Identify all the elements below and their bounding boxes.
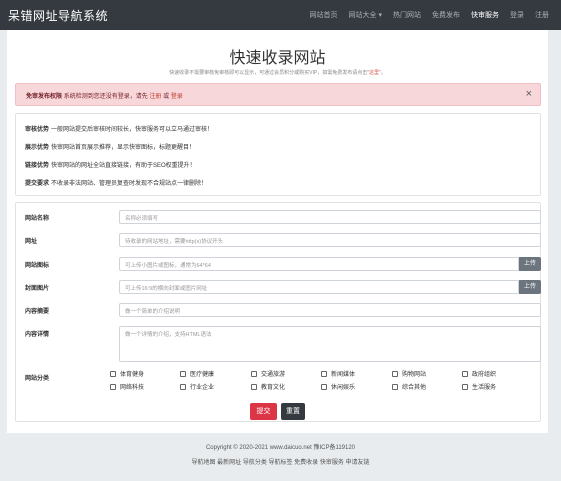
category-checkbox[interactable]: 政府组织 (462, 369, 496, 378)
site-icon-input[interactable]: 可上传小图片或图标，通常为64*64 (119, 257, 519, 271)
category-checkbox-label: 购物网站 (402, 372, 427, 378)
top-navbar: 呆错网址导航系统 网站首页 网站大全 ▾ 热门网站 免费发布 快审服务 登录 注… (0, 0, 561, 30)
reset-button[interactable]: 重置 (281, 403, 305, 420)
benefit-label: 提交要求 (25, 181, 50, 187)
subtitle-text: 快速收录不需要审核免审核即可以显示，可通过会员积分或购买VIP，如需免费发布请点… (169, 70, 368, 76)
submit-button[interactable]: 提交 (250, 403, 277, 420)
nav-hot-sites[interactable]: 热门网站 (393, 10, 421, 20)
alert-text: 系统检测到您还没有登录，请先 (63, 94, 148, 100)
benefit-label: 审核优势 (25, 127, 50, 133)
category-checkbox-label: 行业企业 (190, 385, 215, 391)
alert-register-link[interactable]: 注册 (149, 94, 161, 100)
checkbox-box[interactable] (392, 370, 398, 377)
subtitle-end: 。 (380, 70, 386, 76)
category-checkbox-label: 交通旅游 (261, 372, 286, 378)
nav-site-directory[interactable]: 网站大全 ▾ (349, 10, 382, 20)
checkbox-box[interactable] (392, 383, 398, 390)
category-checkbox-label: 教育文化 (261, 385, 286, 391)
category-checkbox[interactable]: 交通旅游 (251, 369, 285, 378)
category-checkbox-label: 网络科技 (120, 385, 145, 391)
nav-fast-review[interactable]: 快审服务 (471, 10, 499, 20)
alert-title: 免审发布权限 (26, 94, 63, 100)
checkbox-box[interactable] (180, 383, 186, 390)
url-label: 网址 (25, 239, 38, 245)
category-checkbox[interactable]: 休闲娱乐 (321, 382, 355, 391)
benefits-box: 审核优势 一般网站提交后审核时间较长，快审服务可以立马通过审核！ 展示优势 快审网站… (15, 113, 541, 196)
category-checkbox-label: 休闲娱乐 (331, 385, 356, 391)
benefit-text: 不收录非法网站、管理员复查时发现不合规站点一律删除！ (51, 181, 208, 187)
category-checkbox-label: 新闻媒体 (331, 372, 356, 378)
subtitle-here-link[interactable]: "这里" (367, 70, 381, 76)
icon-label: 网站图标 (25, 263, 50, 269)
site-url-input[interactable]: 待收录的网站地址，需要http(s)协议开头 (119, 233, 541, 247)
category-checkbox[interactable]: 行业企业 (180, 382, 214, 391)
category-label: 网站分类 (25, 376, 50, 382)
benefit-label: 链接优势 (25, 163, 50, 169)
category-checkbox-label: 政府组织 (472, 372, 497, 378)
nav-free-submit[interactable]: 免费发布 (432, 10, 460, 20)
category-checkbox-label: 体育健身 (120, 372, 145, 378)
category-checkbox-label: 生活服务 (472, 385, 497, 391)
category-checkbox[interactable]: 网络科技 (110, 382, 144, 391)
category-checkbox[interactable]: 体育健身 (110, 369, 144, 378)
main-panel: 快速收录网站 快速收录不需要审核免审核即可以显示，可通过会员积分或购买VIP，如… (7, 30, 548, 433)
category-checkbox[interactable]: 医疗健康 (180, 369, 214, 378)
checkbox-box[interactable] (251, 383, 257, 390)
nav-register[interactable]: 注册 (535, 10, 549, 20)
category-checkbox-label: 综合其他 (402, 385, 427, 391)
benefit-text: 快审网站的网址全站直接链接，有助于SEO权重提升！ (51, 163, 196, 169)
checkbox-box[interactable] (321, 370, 327, 377)
close-icon[interactable]: × (526, 88, 532, 100)
summary-label: 内容摘要 (25, 309, 50, 315)
checkbox-box[interactable] (110, 383, 116, 390)
alert-login-link[interactable]: 登录 (171, 94, 183, 100)
footer-links[interactable]: 导航地图 最新网址 导航分类 导航标签 免费收录 快审服务 申请友链 (0, 457, 561, 466)
benefit-review: 审核优势 一般网站提交后审核时间较长，快审服务可以立马通过审核！ (25, 124, 213, 133)
icon-upload-button[interactable]: 上传 (519, 257, 541, 271)
name-label: 网站名称 (25, 216, 50, 222)
cover-image-input[interactable]: 可上传16:9的横向封面或图片网址 (119, 280, 519, 294)
page-title: 快速收录网站 (229, 50, 326, 67)
checkbox-box[interactable] (251, 370, 257, 377)
category-checkbox[interactable]: 教育文化 (251, 382, 285, 391)
benefit-link: 链接优势 快审网站的网址全站直接链接，有助于SEO权重提升！ (25, 160, 196, 169)
checkbox-box[interactable] (321, 383, 327, 390)
checkbox-box[interactable] (462, 370, 468, 377)
benefit-text: 快审网站首页展示推荐，显示快审图标，标题更醒目！ (51, 145, 196, 151)
benefit-requirement: 提交要求 不收录非法网站、管理员复查时发现不合规站点一律删除！ (25, 178, 207, 187)
benefit-display: 展示优势 快审网站首页展示推荐，显示快审图标，标题更醒目！ (25, 142, 195, 151)
nav-login[interactable]: 登录 (510, 10, 524, 20)
cover-upload-button[interactable]: 上传 (519, 280, 541, 294)
footer-copyright: Copyright © 2020-2021 www.daicuo.net 豫IC… (205, 445, 356, 451)
alert-or: 或 (163, 94, 170, 100)
checkbox-box[interactable] (110, 370, 116, 377)
category-checkbox[interactable]: 新闻媒体 (321, 369, 355, 378)
detail-label: 内容详情 (25, 332, 50, 338)
benefit-text: 一般网站提交后审核时间较长，快审服务可以立马通过审核！ (51, 127, 214, 133)
detail-textarea[interactable]: 做一个详情的介绍，支持HTML语法 (119, 326, 541, 362)
nav-home[interactable]: 网站首页 (310, 10, 338, 20)
site-brand[interactable]: 呆错网址导航系统 (8, 7, 108, 24)
category-checkbox[interactable]: 综合其他 (392, 382, 426, 391)
category-checkbox[interactable]: 生活服务 (462, 382, 496, 391)
cover-label: 封面图片 (25, 286, 50, 292)
checkbox-box[interactable] (180, 370, 186, 377)
category-checkbox-label: 医疗健康 (190, 372, 215, 378)
benefit-label: 展示优势 (25, 145, 50, 151)
main-nav: 网站首页 网站大全 ▾ 热门网站 免费发布 快审服务 登录 注册 (310, 0, 549, 30)
category-checkbox[interactable]: 购物网站 (392, 369, 426, 378)
login-alert: 免审发布权限 系统检测到您还没有登录，请先 注册 或 登录 × (15, 83, 541, 106)
page-subtitle: 快速收录不需要审核免审核即可以显示，可通过会员积分或购买VIP，如需免费发布请点… (7, 69, 548, 76)
summary-input[interactable]: 做一个简单的介绍说明 (119, 303, 541, 317)
checkbox-box[interactable] (462, 383, 468, 390)
site-name-input[interactable]: 名称必须填写 (119, 210, 541, 224)
